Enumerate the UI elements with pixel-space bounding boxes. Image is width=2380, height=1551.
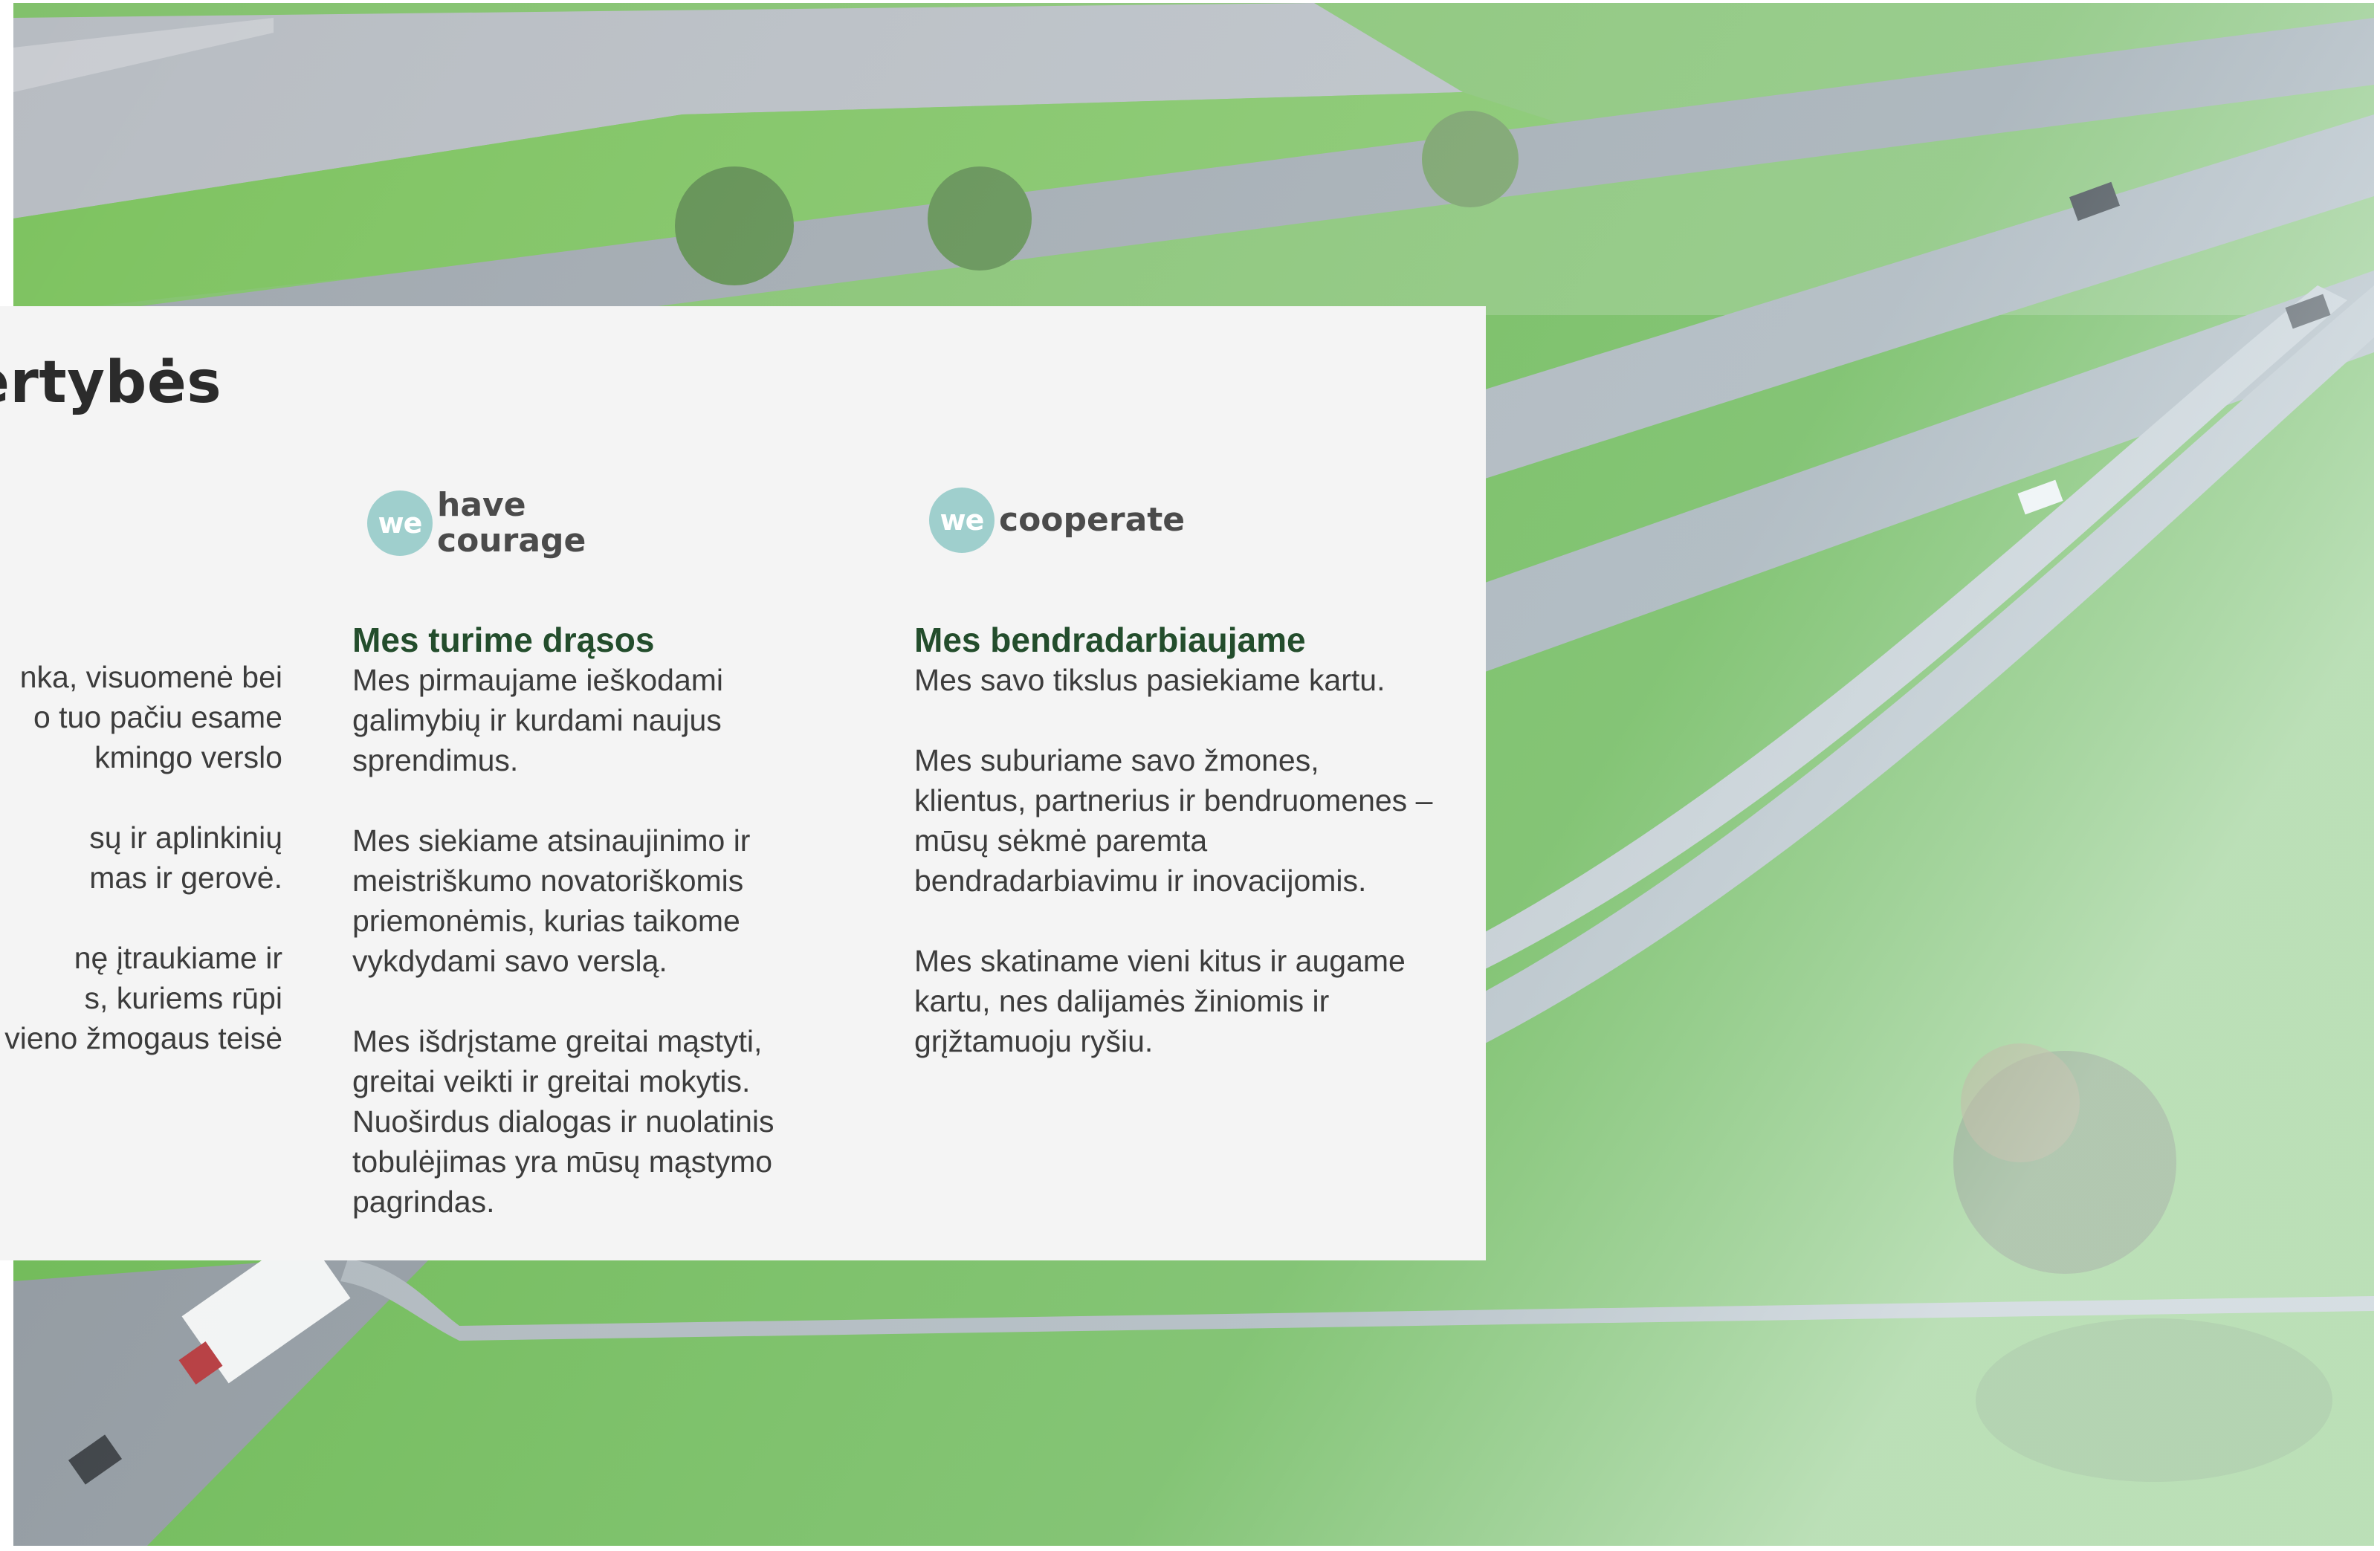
value-column-courage: Mes turime drąsos Mes pirmaujame ieškoda… [352,620,828,1222]
value-paragraph: Mes savo tikslus pasiekiame kartu. [914,663,1385,697]
left-paragraph: sų ir aplinkinių mas ir gerovė. [89,820,282,895]
value-title: Mes turime drąsos [352,621,655,659]
value-title: Mes bendradarbiaujame [914,621,1306,659]
value-paragraph: Mes pirmaujame ieškodami galimybių ir ku… [352,663,724,777]
we-badge-icon: we [929,488,995,553]
we-cooperate-logo: we cooperate [929,488,1185,553]
value-paragraph: Mes suburiame savo žmones, klientus, par… [914,743,1433,898]
left-paragraph: nka, visuomenė bei o tuo pačiu esame kmi… [19,660,282,774]
we-have-courage-logo: we have courage [367,488,586,559]
value-paragraph: Mes skatiname vieni kitus ir augame kart… [914,944,1406,1058]
value-column-cooperate: Mes bendradarbiaujame Mes savo tikslus p… [914,620,1435,1061]
we-badge-icon: we [367,490,433,556]
left-column-fragment: nka, visuomenė bei o tuo pačiu esame kmi… [0,657,282,1058]
logo-text: cooperate [999,501,1186,539]
value-paragraph: Mes išdrįstame greitai mąstyti, greitai … [352,1024,775,1219]
logo-text: have courage [437,486,586,560]
section-heading: ertybės [0,349,222,416]
left-paragraph: nę įtraukiame ir s, kuriems rūpi vieno ž… [4,941,282,1055]
value-paragraph: Mes siekiame atsinaujinimo ir meistrišku… [352,823,751,978]
